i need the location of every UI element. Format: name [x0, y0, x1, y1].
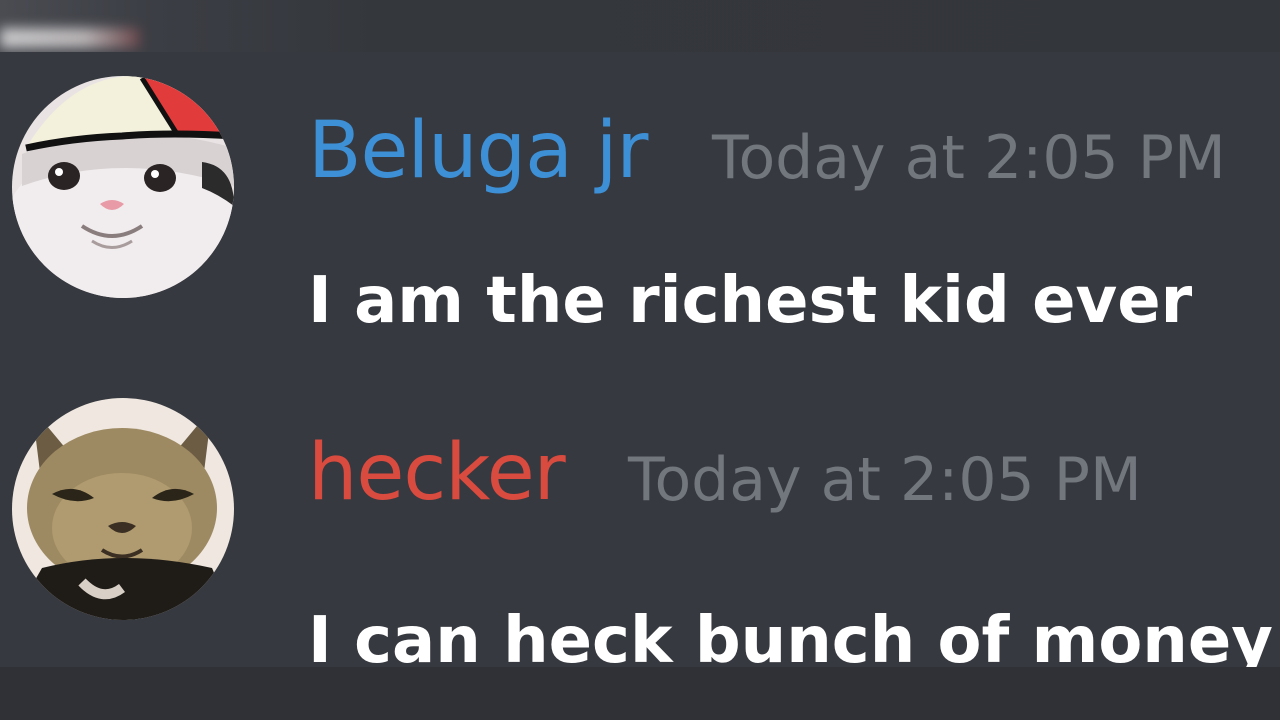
bottom-bar [0, 667, 1280, 720]
username[interactable]: hecker [308, 428, 566, 518]
username[interactable]: Beluga jr [308, 106, 648, 196]
message-content: I am the richest kid ever [308, 264, 1193, 338]
timestamp: Today at 2:05 PM [712, 123, 1226, 193]
caracal-cat-avatar-icon[interactable] [12, 398, 234, 620]
chat-messages[interactable]: Beluga jr Today at 2:05 PM I am the rich… [0, 52, 1280, 678]
top-bar [0, 0, 1280, 52]
timestamp: Today at 2:05 PM [628, 445, 1142, 515]
beluga-cat-avatar-icon[interactable] [12, 76, 234, 298]
